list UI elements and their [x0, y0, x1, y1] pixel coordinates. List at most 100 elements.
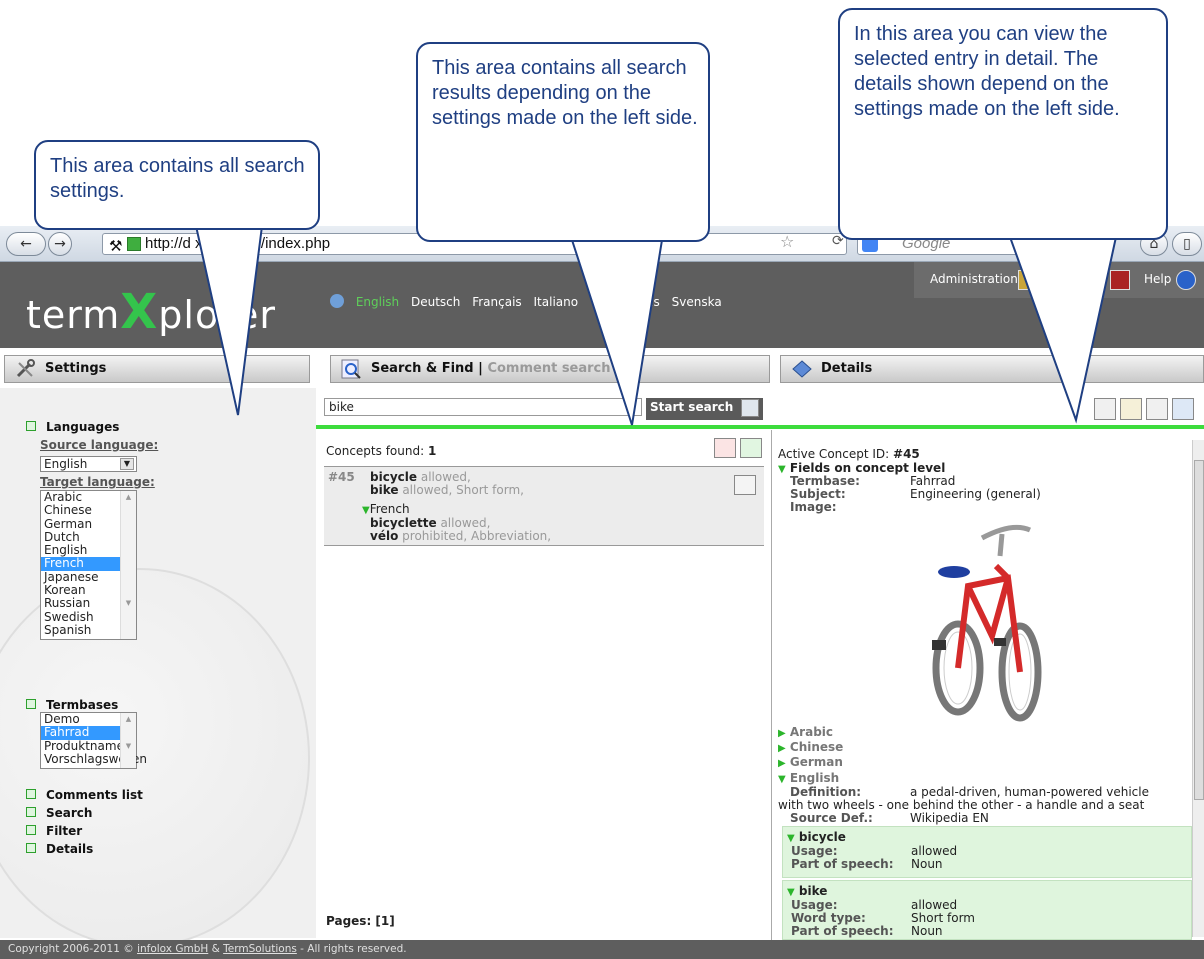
- refresh-icon[interactable]: [1172, 398, 1194, 420]
- search-toggle-icon[interactable]: [26, 807, 36, 817]
- result-id: #45: [328, 470, 355, 484]
- comments-toggle-icon[interactable]: [26, 789, 36, 799]
- expand-triangle-icon[interactable]: ▶: [778, 758, 786, 769]
- collapse-triangle-icon[interactable]: ▼: [778, 774, 786, 785]
- result-term-bicyclette-meta: allowed,: [440, 516, 491, 530]
- logo-text-left: term: [26, 293, 121, 337]
- forward-button[interactable]: →: [48, 232, 72, 256]
- edit-entry-icon[interactable]: [1120, 398, 1142, 420]
- footer-link-termsolutions[interactable]: TermSolutions: [223, 943, 297, 955]
- lang-section-english[interactable]: ▼ English: [778, 772, 839, 786]
- details-toggle-icon[interactable]: [26, 843, 36, 853]
- export-green-icon[interactable]: [740, 438, 762, 458]
- search-find-tab[interactable]: Search & Find: [371, 361, 474, 376]
- termbases-label: Termbases: [46, 698, 119, 712]
- lang-link-francais[interactable]: Français: [472, 295, 521, 309]
- help-link[interactable]: Help: [1144, 272, 1171, 286]
- filter-toggle-icon[interactable]: [26, 825, 36, 835]
- target-list-scrollbar[interactable]: ▲ ▼: [120, 491, 136, 639]
- search-query-value: bike: [329, 400, 354, 414]
- details-label: Details: [46, 842, 94, 856]
- collapse-triangle-icon[interactable]: ▼: [778, 464, 786, 475]
- result-term-bicyclette[interactable]: bicyclette: [370, 516, 437, 530]
- footer-link-infolox[interactable]: infolox GmbH: [137, 943, 208, 955]
- logo-text-right: plorer: [158, 293, 276, 337]
- result-target-lang: French: [369, 502, 410, 516]
- termbases-toggle-icon[interactable]: [26, 699, 36, 709]
- details-title: Details: [821, 361, 873, 376]
- collapse-triangle-icon[interactable]: ▼: [787, 833, 795, 844]
- t1-pos-key: Part of speech:: [791, 857, 894, 871]
- result-term-velo-meta: prohibited, Abbreviation,: [402, 529, 552, 543]
- comment-search-tab[interactable]: Comment search: [487, 361, 610, 376]
- t2-pos-value: Noun: [911, 924, 943, 938]
- back-button[interactable]: ←: [6, 232, 46, 256]
- extension-button[interactable]: ▯: [1172, 232, 1202, 256]
- administration-link[interactable]: Administration: [930, 272, 1018, 286]
- open-entry-icon[interactable]: [734, 475, 756, 495]
- details-scrollbar[interactable]: [1192, 440, 1204, 937]
- termbases-list[interactable]: Demo Fahrrad Produktnamen Vorschlagswese…: [40, 712, 147, 769]
- expand-triangle-icon[interactable]: ▶: [778, 728, 786, 739]
- result-term-bicycle[interactable]: bicycle: [370, 470, 417, 484]
- start-search-button[interactable]: Start search: [646, 398, 764, 420]
- wrench-screwdriver-icon: [15, 359, 37, 379]
- bicycle-image: [932, 524, 1042, 722]
- top-right-menu: Administration Help: [914, 262, 1204, 298]
- site-favicon: [127, 237, 141, 251]
- term-box-bike: ▼ bike Usage: allowed Word type: Short f…: [782, 880, 1192, 940]
- search-icon[interactable]: [741, 399, 760, 417]
- app-header: termXplorer English Deutsch Français Ita…: [0, 262, 1204, 348]
- callout-settings: This area contains all search settings.: [34, 140, 320, 230]
- filter-label: Filter: [46, 824, 83, 838]
- lang-section-german[interactable]: ▶ German: [778, 756, 843, 770]
- export-red-icon[interactable]: [714, 438, 736, 458]
- help-icon[interactable]: [1176, 270, 1196, 290]
- lang-link-italiano[interactable]: Italiano: [534, 295, 579, 309]
- result-term-bicycle-meta: allowed,: [420, 470, 471, 484]
- search-query-input[interactable]: bike: [324, 398, 642, 416]
- term-bicycle-heading[interactable]: ▼ bicycle: [787, 831, 846, 845]
- target-language-label: Target language:: [40, 475, 155, 489]
- termxplorer-logo: termXplorer: [26, 284, 276, 340]
- result-term-bike-meta: allowed, Short form,: [402, 483, 524, 497]
- lang-section-chinese[interactable]: ▶ Chinese: [778, 741, 843, 755]
- result-row[interactable]: #45 bicycle allowed, bike allowed, Short…: [324, 466, 764, 546]
- result-term-bike[interactable]: bike: [370, 483, 399, 497]
- collapse-triangle-icon[interactable]: ▼: [787, 887, 795, 898]
- settings-pane: Languages Source language: English ▼ Tar…: [0, 388, 316, 948]
- languages-toggle-icon[interactable]: [26, 421, 36, 431]
- search-label: Search: [46, 806, 93, 820]
- tab-separator: |: [478, 361, 483, 376]
- source-def-value: Wikipedia EN: [910, 811, 989, 825]
- result-term-velo[interactable]: vélo: [370, 529, 398, 543]
- details-header: Details: [780, 355, 1204, 383]
- active-concept-id: #45: [893, 447, 920, 461]
- result-source-terms: bicycle allowed, bike allowed, Short for…: [370, 471, 524, 497]
- source-language-select[interactable]: English ▼: [40, 456, 137, 472]
- target-language-list[interactable]: Arabic Chinese German Dutch English Fren…: [40, 490, 137, 640]
- term-box-bicycle: ▼ bicycle Usage: allowed Part of speech:…: [782, 826, 1192, 878]
- new-entry-icon[interactable]: [1094, 398, 1116, 420]
- lang-chinese-label: Chinese: [789, 740, 844, 754]
- delete-entry-icon[interactable]: [1146, 398, 1168, 420]
- term-bike-heading[interactable]: ▼ bike: [787, 885, 827, 899]
- lang-section-arabic[interactable]: ▶ Arabic: [778, 726, 833, 740]
- termbases-scrollbar[interactable]: ▲ ▼: [120, 713, 136, 768]
- lang-link-nederlands[interactable]: ds: [646, 295, 660, 309]
- bookmark-star-icon[interactable]: ☆: [780, 232, 794, 251]
- expand-triangle-icon[interactable]: ▶: [778, 743, 786, 754]
- settings-header: Settings: [4, 355, 310, 383]
- active-concept: Active Concept ID: #45: [778, 448, 920, 461]
- logout-icon[interactable]: [1110, 270, 1130, 290]
- lang-link-svenska[interactable]: Svenska: [672, 295, 722, 309]
- settings-title: Settings: [45, 361, 107, 376]
- lang-link-deutsch[interactable]: Deutsch: [411, 295, 460, 309]
- administration-icon[interactable]: [1018, 270, 1038, 290]
- footer: Copyright 2006-2011 © infolox GmbH & Ter…: [0, 940, 1204, 959]
- chevron-down-icon[interactable]: ▼: [120, 458, 134, 470]
- pagination[interactable]: Pages: [1]: [326, 914, 395, 928]
- lang-link-english[interactable]: English: [356, 295, 399, 309]
- expand-triangle-icon[interactable]: ▼: [362, 505, 370, 516]
- details-scroll-thumb[interactable]: [1194, 460, 1204, 800]
